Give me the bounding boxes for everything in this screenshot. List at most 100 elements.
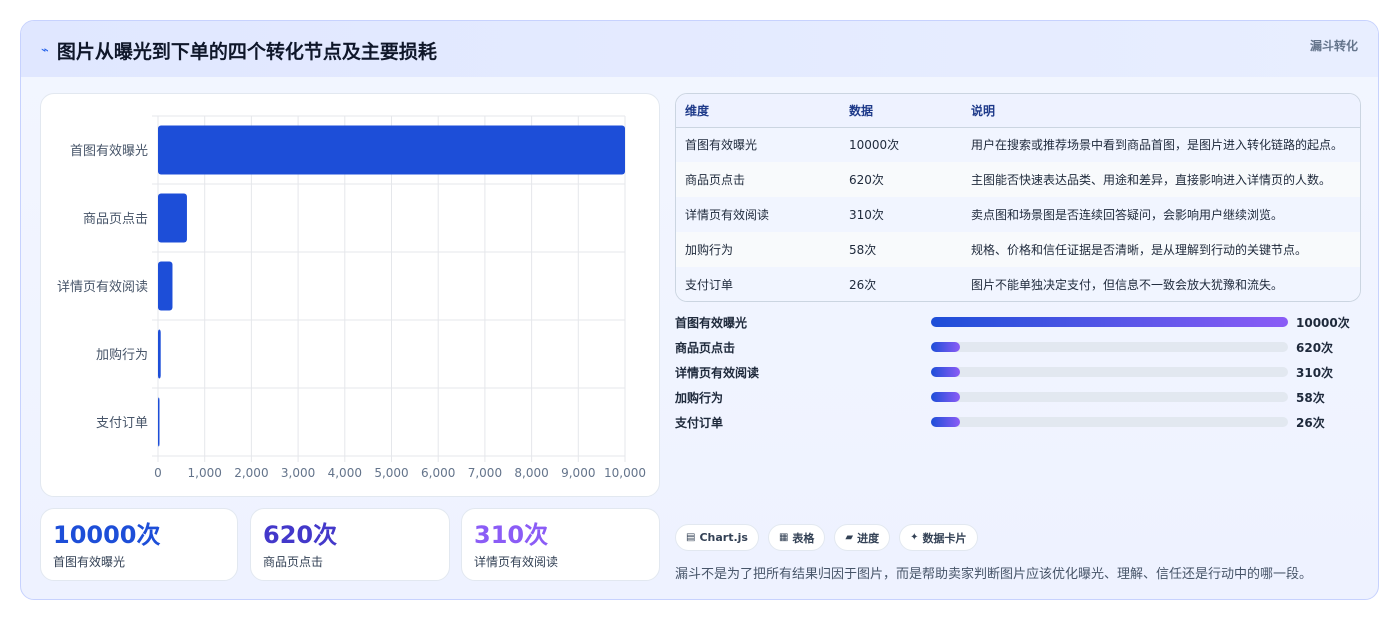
table-cell: 10000次 — [840, 127, 962, 162]
bar — [158, 397, 160, 447]
bar — [158, 125, 625, 175]
x-tick-label: 0 — [154, 466, 162, 480]
chip-label: 表格 — [792, 531, 815, 545]
footnote: 漏斗不是为了把所有结果归因于图片，而是帮助卖家判断图片应该优化曝光、理解、信任还… — [675, 567, 1313, 582]
table-cell: 图片不能单独决定支付，但信息不一致会放大犹豫和流失。 — [962, 267, 1360, 301]
table-row: 加购行为 58次 规格、价格和信任证据是否清晰，是从理解到行动的关键节点。 — [676, 232, 1360, 267]
progress-track — [931, 317, 1288, 327]
stat-card-click: 620次 商品页点击 — [250, 508, 450, 581]
category-label: 首图有效曝光 — [70, 144, 148, 159]
progress-row: 详情页有效阅读 310次 — [675, 362, 1361, 382]
progress-label: 详情页有效阅读 — [675, 366, 760, 380]
tech-chips: ▤ Chart.js ▦ 表格 ▰ 进度 ✦ 数据卡片 — [675, 524, 978, 551]
progress-value: 10000次 — [1296, 316, 1350, 330]
x-tick-label: 1,000 — [188, 466, 222, 480]
progress-fill — [931, 392, 960, 402]
progress-label: 首图有效曝光 — [675, 316, 748, 330]
table-row: 商品页点击 620次 主图能否快速表达品类、用途和差异，直接影响进入详情页的人数… — [676, 162, 1360, 197]
chip-label: 进度 — [857, 531, 880, 545]
stat-card-read: 310次 详情页有效阅读 — [461, 508, 660, 581]
progress-label: 加购行为 — [675, 391, 724, 405]
stat-value: 10000次 — [53, 521, 161, 549]
x-tick-label: 10,000 — [604, 466, 646, 480]
chip-table[interactable]: ▦ 表格 — [767, 524, 826, 551]
chart-icon: ▤ — [686, 532, 696, 543]
table-cell: 详情页有效阅读 — [676, 197, 840, 232]
table-cell: 58次 — [840, 232, 962, 267]
table-row: 详情页有效阅读 310次 卖点图和场景图是否连续回答疑问，会影响用户继续浏览。 — [676, 197, 1360, 232]
chip-label: 数据卡片 — [922, 531, 967, 545]
table-header: 维度 — [676, 94, 840, 128]
x-tick-label: 5,000 — [374, 466, 408, 480]
bar — [158, 329, 161, 379]
chip-data-cards[interactable]: ✦ 数据卡片 — [899, 524, 978, 551]
progress-track — [931, 417, 1288, 427]
x-tick-label: 3,000 — [281, 466, 315, 480]
card-header: ⌁ 图片从曝光到下单的四个转化节点及主要损耗 漏斗转化 — [21, 21, 1378, 77]
table-cell: 规格、价格和信任证据是否清晰，是从理解到行动的关键节点。 — [962, 232, 1360, 267]
progress-track — [931, 392, 1288, 402]
stat-value: 310次 — [474, 521, 549, 549]
progress-value: 310次 — [1296, 366, 1334, 380]
category-label: 详情页有效阅读 — [57, 280, 148, 295]
sparkle-icon: ✦ — [910, 532, 919, 543]
progress-label: 支付订单 — [675, 416, 724, 430]
progress-label: 商品页点击 — [675, 341, 736, 355]
category-label: 商品页点击 — [83, 212, 148, 227]
x-tick-label: 2,000 — [234, 466, 268, 480]
bar-chart: 0 1,000 2,000 3,000 4,000 5,000 6,000 7,000 8,00… — [57, 115, 646, 480]
table-header: 数据 — [840, 94, 962, 128]
x-tick-label: 6,000 — [421, 466, 455, 480]
progress-row: 商品页点击 620次 — [675, 337, 1361, 357]
progress-row: 支付订单 26次 — [675, 412, 1361, 432]
stat-label: 详情页有效阅读 — [474, 555, 559, 569]
table-cell: 620次 — [840, 162, 962, 197]
data-table: 维度 数据 说明 首图有效曝光 10000次 用户在搜索或推荐场景中看到商品首图… — [675, 93, 1361, 302]
chip-progress[interactable]: ▰ 进度 — [834, 524, 891, 551]
page-title: 图片从曝光到下单的四个转化节点及主要损耗 — [56, 41, 437, 63]
x-tick-label: 9,000 — [561, 466, 595, 480]
progress-fill — [931, 317, 1288, 327]
progress-fill — [931, 417, 960, 427]
bar — [158, 193, 187, 243]
progress-icon: ▰ — [845, 532, 854, 543]
table-cell: 首图有效曝光 — [676, 127, 840, 162]
progress-track — [931, 367, 1288, 377]
pulse-icon: ⌁ — [41, 43, 49, 58]
table-cell: 卖点图和场景图是否连续回答疑问，会影响用户继续浏览。 — [962, 197, 1360, 232]
table-row: 支付订单 26次 图片不能单独决定支付，但信息不一致会放大犹豫和流失。 — [676, 267, 1360, 301]
table-row: 首图有效曝光 10000次 用户在搜索或推荐场景中看到商品首图，是图片进入转化链… — [676, 127, 1360, 162]
bar — [158, 261, 173, 311]
stat-card-exposure: 10000次 首图有效曝光 — [40, 508, 238, 581]
progress-track — [931, 342, 1288, 352]
title-wrap: ⌁ 图片从曝光到下单的四个转化节点及主要损耗 — [41, 37, 437, 64]
table-cell: 26次 — [840, 267, 962, 301]
funnel-card: ⌁ 图片从曝光到下单的四个转化节点及主要损耗 漏斗转化 0 1,000 2,000 3… — [20, 20, 1379, 600]
table-cell: 310次 — [840, 197, 962, 232]
stat-value: 620次 — [263, 521, 338, 549]
table-header: 说明 — [962, 94, 1360, 128]
table-icon: ▦ — [778, 532, 789, 543]
chart-panel: 0 1,000 2,000 3,000 4,000 5,000 6,000 7,000 8,00… — [40, 93, 660, 497]
stat-label: 首图有效曝光 — [53, 555, 126, 569]
progress-value: 620次 — [1296, 341, 1334, 355]
x-tick-label: 8,000 — [514, 466, 548, 480]
table-cell: 支付订单 — [676, 267, 840, 301]
category-label: 支付订单 — [96, 416, 148, 431]
progress-value: 26次 — [1296, 416, 1325, 430]
category-label: 加购行为 — [96, 347, 148, 363]
progress-value: 58次 — [1296, 391, 1325, 405]
table-cell: 主图能否快速表达品类、用途和差异，直接影响进入详情页的人数。 — [962, 162, 1360, 197]
chip-chartjs[interactable]: ▤ Chart.js — [675, 524, 759, 551]
x-tick-label: 4,000 — [328, 466, 362, 480]
table-cell: 商品页点击 — [676, 162, 840, 197]
table-cell: 用户在搜索或推荐场景中看到商品首图，是图片进入转化链路的起点。 — [962, 127, 1360, 162]
table-cell: 加购行为 — [676, 232, 840, 267]
progress-row: 首图有效曝光 10000次 — [675, 312, 1361, 332]
progress-row: 加购行为 58次 — [675, 387, 1361, 407]
progress-fill — [931, 342, 960, 352]
stat-label: 商品页点击 — [263, 555, 324, 569]
x-tick-label: 7,000 — [468, 466, 502, 480]
chip-label: Chart.js — [699, 531, 748, 544]
progress-fill — [931, 367, 960, 377]
